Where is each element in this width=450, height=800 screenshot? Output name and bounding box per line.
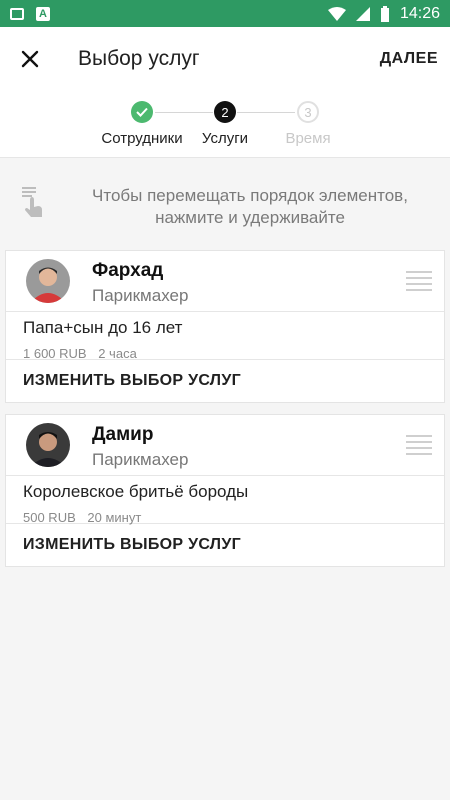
staff-role: Парикмахер: [92, 286, 189, 305]
signal-icon: [355, 6, 370, 21]
change-services-button[interactable]: ИЗМЕНИТЬ ВЫБОР УСЛУГ: [6, 360, 444, 402]
staff-name: Фархад: [92, 260, 164, 281]
touch-hold-icon: [22, 187, 42, 217]
step-label: Время: [285, 130, 331, 147]
page-title: Выбор услуг: [78, 47, 200, 70]
step-number: 2: [214, 101, 236, 123]
image-icon: [10, 7, 24, 20]
staff-name: Дамир: [92, 424, 154, 445]
drag-handle-icon[interactable]: [406, 435, 432, 459]
change-services-button[interactable]: ИЗМЕНИТЬ ВЫБОР УСЛУГ: [6, 524, 444, 566]
stepper: Сотрудники 2 Услуги 3 Время: [0, 91, 450, 158]
a-icon: A: [36, 6, 50, 21]
check-icon: [131, 101, 153, 123]
service-duration: 2 часа: [98, 346, 137, 361]
step-number: 3: [297, 101, 319, 123]
staff-role: Парикмахер: [92, 450, 189, 469]
hint-text: Чтобы перемещать порядок элементов, нажм…: [92, 186, 408, 227]
app-bar: Выбор услуг ДАЛЕЕ: [0, 27, 450, 91]
service-meta: 500 RUB 20 минут: [23, 510, 427, 525]
service-item: Папа+сын до 16 лет 1 600 RUB 2 часа: [6, 312, 444, 361]
status-bar: A 14:26: [0, 0, 450, 27]
service-item: Королевское бритьё бороды 500 RUB 20 мин…: [6, 476, 444, 525]
step-employees: Сотрудники: [101, 101, 183, 147]
status-time: 14:26: [399, 4, 440, 22]
service-price: 500 RUB: [23, 510, 76, 525]
drag-handle-icon[interactable]: [406, 271, 432, 295]
close-icon: [21, 50, 39, 68]
avatar: [26, 259, 70, 303]
step-time: 3 Время: [280, 101, 336, 147]
reorder-hint: Чтобы перемещать порядок элементов, нажм…: [0, 170, 450, 230]
service-duration: 20 минут: [87, 510, 142, 525]
close-button[interactable]: [0, 27, 60, 91]
staff-card: Фархад Парикмахер Папа+сын до 16 лет 1 6…: [5, 250, 445, 403]
next-button[interactable]: ДАЛЕЕ: [380, 50, 438, 68]
service-name: Папа+сын до 16 лет: [23, 318, 183, 337]
avatar: [26, 423, 70, 467]
service-meta: 1 600 RUB 2 часа: [23, 346, 427, 361]
staff-card: Дамир Парикмахер Королевское бритьё боро…: [5, 414, 445, 567]
step-services: 2 Услуги: [195, 101, 255, 147]
step-label: Услуги: [201, 130, 249, 147]
step-label: Сотрудники: [101, 130, 183, 147]
card-header: Фархад Парикмахер: [6, 251, 444, 312]
wifi-icon: [327, 6, 346, 21]
service-name: Королевское бритьё бороды: [23, 482, 249, 501]
service-price: 1 600 RUB: [23, 346, 87, 361]
battery-icon: [380, 5, 389, 22]
card-header: Дамир Парикмахер: [6, 415, 444, 476]
